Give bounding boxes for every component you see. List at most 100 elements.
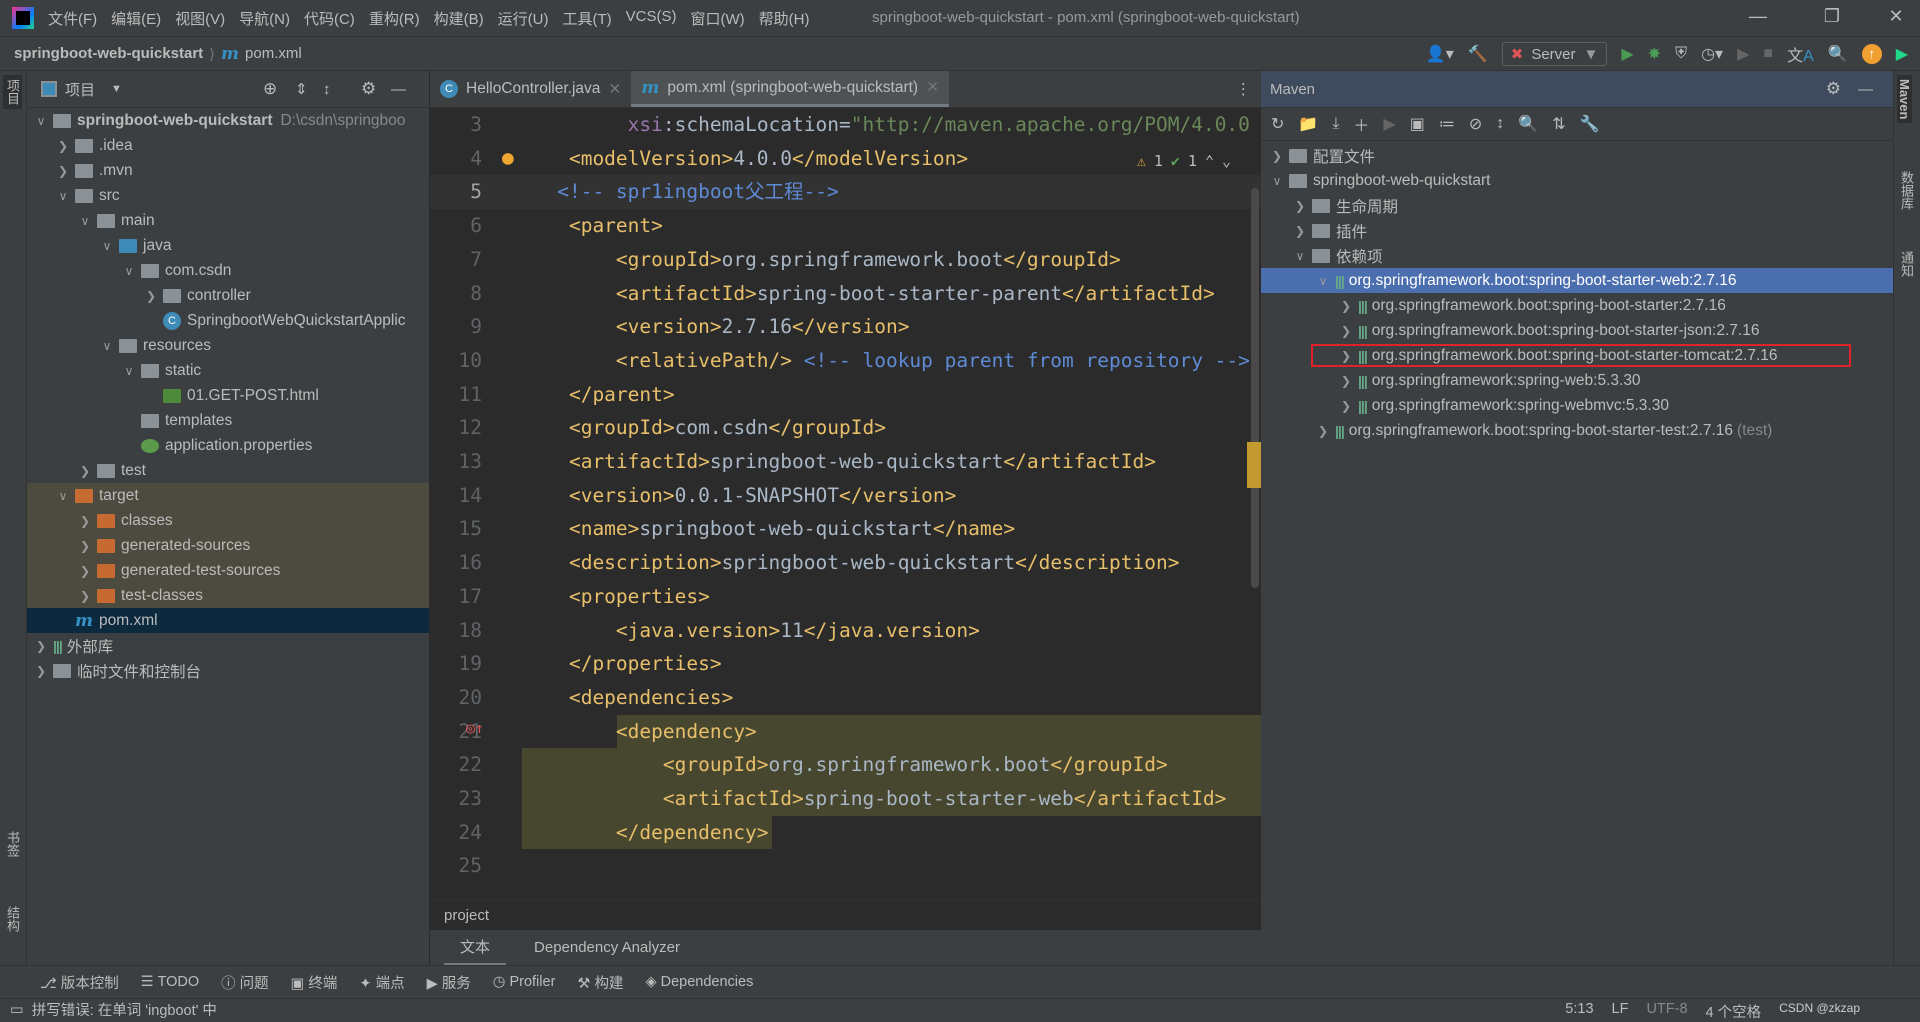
line-separator[interactable]: LF [1612, 1001, 1629, 1022]
maven-tree-item[interactable]: ❯ ||| org.springframework.boot:spring-boot… [1261, 293, 1893, 318]
tool-branch[interactable]: ⎇ 版本控制 [40, 972, 119, 993]
maven-tree-item[interactable]: ❯ ||| org.springframework.boot:spring-boot… [1261, 418, 1893, 443]
caret-position[interactable]: 5:13 [1565, 1001, 1593, 1022]
code-line[interactable]: 16 <description>springboot-web-quickstar… [430, 546, 1261, 580]
tree-item[interactable]: ∨ target [27, 483, 429, 508]
search-icon[interactable]: 🔍 [1828, 44, 1848, 64]
profile-icon[interactable]: ◷▾ [1701, 44, 1723, 64]
notifications-tool-tab[interactable]: 通知 [1897, 251, 1916, 277]
tree-item[interactable]: ❯ test-classes [27, 583, 429, 608]
editor-breadcrumb[interactable]: project [430, 900, 1261, 930]
gear-icon[interactable]: ⚙ [1826, 79, 1841, 99]
maven-tree-item[interactable]: ❯ 配置文件 [1261, 143, 1893, 168]
vcs-user-icon[interactable]: 👤▾ [1426, 44, 1454, 64]
chevron-right-icon[interactable]: ❯ [1292, 224, 1308, 238]
menu-item[interactable]: 运行(U) [498, 8, 549, 29]
chevron-right-icon[interactable]: ❯ [1338, 399, 1354, 413]
chevron-right-icon[interactable]: ❯ [77, 514, 93, 528]
code-line[interactable]: 21 <dependency> ◎↑ [430, 714, 1261, 749]
tree-item[interactable]: ∨ resources [27, 333, 429, 358]
maven-tree-item[interactable]: ❯ 插件 [1261, 218, 1893, 243]
close-window-button[interactable]: ✕ [1876, 6, 1916, 27]
chevron-right-icon[interactable]: ❯ [77, 539, 93, 553]
bookmarks-tool-tab[interactable]: 书签 [3, 831, 22, 857]
code-line[interactable]: 4 <modelVersion>4.0.0</modelVersion> ● [430, 142, 1261, 176]
maven-tree-item[interactable]: ❯ 生命周期 [1261, 193, 1893, 218]
tree-item[interactable]: ∨ springboot-web-quickstart D:\csdn\spring… [27, 108, 429, 133]
code-line[interactable]: 20 <dependencies> [430, 681, 1261, 715]
menu-item[interactable]: 帮助(H) [759, 8, 810, 29]
wrench-icon[interactable]: 🔧 [1580, 114, 1600, 134]
restore-button[interactable]: ❐ [1812, 6, 1852, 27]
tab-dependency-analyzer[interactable]: Dependency Analyzer [534, 939, 680, 956]
tree-item[interactable]: m pom.xml [27, 608, 429, 633]
expand-all-icon[interactable]: ⇕ [295, 80, 308, 98]
tool-dependencies[interactable]: ◈ Dependencies [645, 974, 753, 990]
editor-scrollbar[interactable] [1251, 188, 1259, 588]
tree-item[interactable]: ❯ generated-sources [27, 533, 429, 558]
code-line[interactable]: 3 xsi:schemaLocation="http://maven.apach… [430, 108, 1261, 142]
tab-text[interactable]: 文本 [444, 930, 507, 966]
status-toggle-icon[interactable]: ▭ [10, 1002, 24, 1018]
tree-item[interactable]: ❯ controller [27, 283, 429, 308]
chevron-right-icon[interactable]: ❯ [77, 589, 93, 603]
tree-item[interactable]: ∨ java [27, 233, 429, 258]
code-line[interactable]: 22 <groupId>org.springframework.boot</gr… [430, 748, 1261, 782]
run-config-dropdown[interactable]: ✖ Server ▼ [1501, 42, 1608, 66]
code-area[interactable]: ⚠ 1 ✔ 1 ⌃ ⌄ 3 xsi:schemaLocation="http://ma… [430, 108, 1261, 900]
menu-item[interactable]: 导航(N) [239, 8, 290, 29]
menu-item[interactable]: 代码(C) [304, 8, 355, 29]
maven-tree-item[interactable]: ∨ ||| org.springframework.boot:spring-boot… [1261, 268, 1893, 293]
tree-item[interactable]: ❯ .idea [27, 133, 429, 158]
chevron-down-icon[interactable]: ∨ [77, 214, 93, 228]
build-hammer-icon[interactable]: 🔨 [1468, 44, 1488, 64]
menu-item[interactable]: 窗口(W) [690, 8, 744, 29]
tree-item[interactable]: C SpringbootWebQuickstartApplic [27, 308, 429, 333]
chevron-down-icon[interactable]: ∨ [99, 339, 115, 353]
tree-item[interactable]: ❯ classes [27, 508, 429, 533]
menu-item[interactable]: 工具(T) [562, 8, 611, 29]
chevron-right-icon[interactable]: ❯ [1338, 299, 1354, 313]
maven-tree-item[interactable]: ❯ ||| org.springframework.boot:spring-boot… [1261, 343, 1893, 368]
close-tab-icon[interactable]: ✕ [608, 80, 621, 99]
code-line[interactable]: 17 <properties> [430, 580, 1261, 614]
code-line[interactable]: 18 <java.version>11</java.version> [430, 614, 1261, 648]
code-line[interactable]: 7 <groupId>org.springframework.boot</gro… [430, 243, 1261, 277]
chevron-right-icon[interactable]: ❯ [1338, 324, 1354, 338]
breadcrumb-file[interactable]: pom.xml [245, 45, 302, 62]
tool-profiler[interactable]: ◷ Profiler [493, 974, 556, 990]
chevron-right-icon[interactable]: ❯ [1292, 199, 1308, 213]
tree-item[interactable]: ❯ test [27, 458, 429, 483]
project-panel-title[interactable]: 项目 [65, 79, 95, 100]
generate-sources-icon[interactable]: 📁 [1298, 114, 1318, 134]
menu-item[interactable]: 构建(B) [434, 8, 484, 29]
chevron-right-icon[interactable]: ❯ [1269, 149, 1285, 163]
chevron-down-icon[interactable]: ∨ [1315, 274, 1331, 288]
code-line[interactable]: 10 <relativePath/> <!-- lookup parent fr… [430, 344, 1261, 378]
chevron-right-icon[interactable]: ❯ [33, 664, 49, 678]
coverage-icon[interactable]: ⛨ [1675, 45, 1687, 63]
editor-tab[interactable]: C HelloController.java ✕ [430, 71, 631, 107]
chevron-right-icon[interactable]: ❯ [1338, 374, 1354, 388]
debug-icon[interactable]: ✸ [1648, 44, 1661, 64]
project-tool-tab[interactable]: 项目 [3, 75, 22, 109]
tool-list[interactable]: ☰ TODO [141, 974, 199, 990]
collapse-all-icon[interactable]: ↕ [323, 81, 331, 98]
maven-tree-item[interactable]: ∨ springboot-web-quickstart [1261, 168, 1893, 193]
rerun-icon[interactable]: ▶ [1737, 44, 1749, 64]
code-line[interactable]: 15 <name>springboot-web-quickstart</name… [430, 512, 1261, 546]
tool-endpoints[interactable]: ✦ 端点 [359, 972, 404, 993]
chevron-right-icon[interactable]: ❯ [33, 639, 49, 653]
chevron-down-icon[interactable]: ▼ [111, 83, 122, 95]
tree-item[interactable]: ∨ src [27, 183, 429, 208]
tool-build[interactable]: ⚒ 构建 [577, 972, 623, 993]
tree-item[interactable]: ❯ ||| 外部库 [27, 633, 429, 658]
tree-item[interactable]: ∨ main [27, 208, 429, 233]
translate-icon[interactable]: 文A [1787, 42, 1814, 66]
menu-item[interactable]: 编辑(E) [111, 8, 161, 29]
analyze-dependencies-icon[interactable]: 🔍 [1518, 114, 1538, 134]
tree-item[interactable]: application.properties [27, 433, 429, 458]
maven-tree-item[interactable]: ❯ ||| org.springframework.boot:spring-boot… [1261, 318, 1893, 343]
tab-menu-icon[interactable]: ⋮ [1226, 71, 1262, 107]
chevron-down-icon[interactable]: ∨ [1269, 174, 1285, 188]
